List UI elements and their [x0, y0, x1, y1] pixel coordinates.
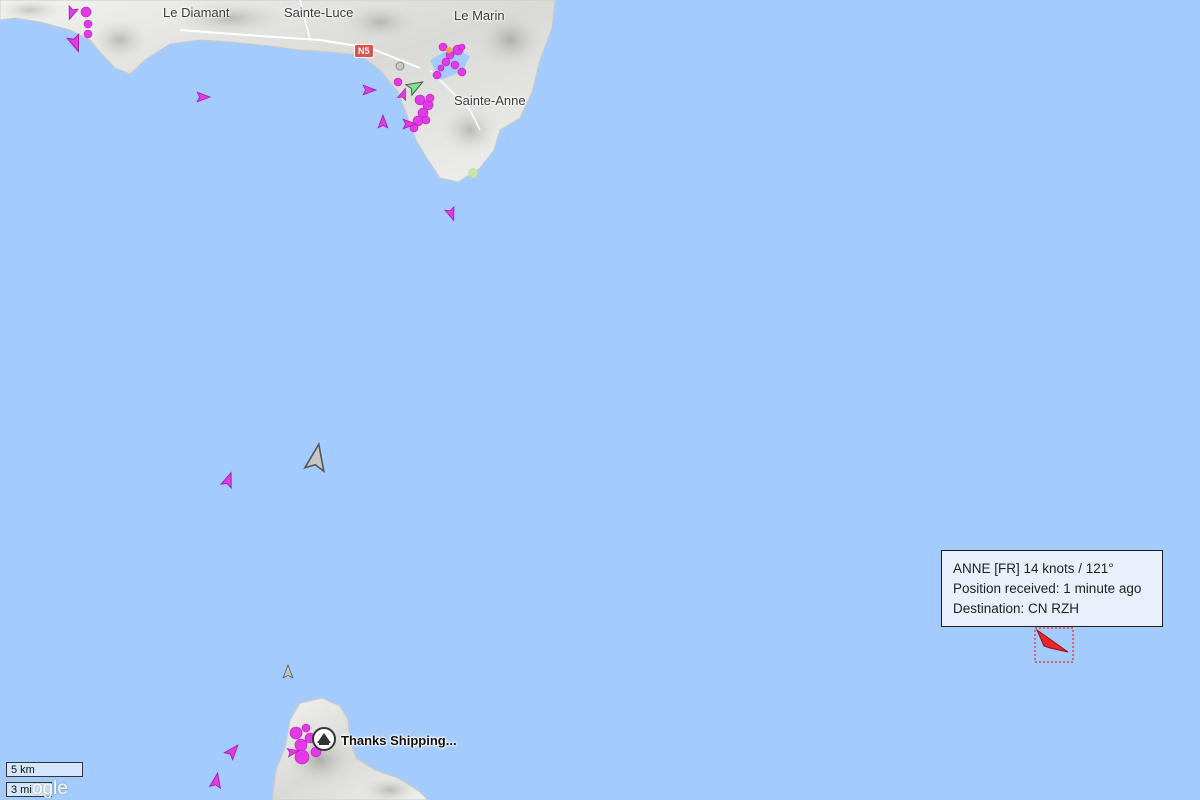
town-label-sainte-anne: Sainte-Anne [454, 93, 526, 108]
vessel-info-popup: ANNE [FR] 14 knots / 121° Position recei… [941, 550, 1163, 627]
lighthouse-icon[interactable] [312, 727, 336, 751]
unknown-vessel-dot[interactable] [395, 61, 405, 71]
vessel-position-time: Position received: 1 minute ago [953, 581, 1142, 596]
town-label-le-diamant: Le Diamant [163, 5, 230, 20]
vessel-destination: Destination: CN RZH [953, 601, 1080, 616]
park-marker [468, 168, 478, 178]
relief-shade [90, 18, 150, 62]
town-label-sainte-luce: Sainte-Luce [284, 5, 354, 20]
town-label-le-marin: Le Marin [454, 8, 505, 23]
road-badge: N5 [354, 44, 374, 58]
marina-marker[interactable] [446, 47, 452, 53]
vessel-name-speed: ANNE [FR] 14 knots / 121° [953, 561, 1114, 576]
station-label[interactable]: Thanks Shipping... [341, 733, 457, 748]
scale-bar-km: 5 km [6, 762, 83, 777]
sea-area [0, 0, 1200, 800]
relief-shade [440, 104, 500, 156]
map-canvas[interactable] [0, 0, 1200, 800]
attribution-logo[interactable]: ogle [32, 778, 68, 800]
